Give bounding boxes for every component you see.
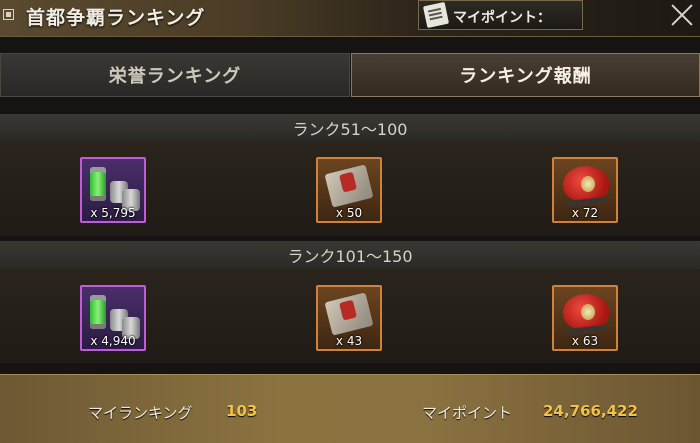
tab-bar: 栄誉ランキング ランキング報酬	[0, 53, 700, 97]
close-button[interactable]	[664, 0, 700, 32]
reward-row: x 4,940 x 43 x 63	[0, 269, 700, 363]
item-count: x 72	[571, 206, 599, 220]
player-status-bar: マイランキング 103 マイポイント 24,766,422	[0, 374, 700, 443]
my-points-value: 24,766,422	[543, 402, 638, 420]
my-point-button[interactable]: マイポイント：	[418, 0, 583, 30]
reward-item-beret[interactable]: x 72	[552, 157, 618, 223]
reward-item-beret[interactable]: x 63	[552, 285, 618, 351]
title-bar: 首都争覇ランキング マイポイント：	[0, 0, 700, 37]
fuel-canister-icon	[90, 295, 106, 329]
item-count: x 50	[335, 206, 363, 220]
tab-ranking-reward[interactable]: ランキング報酬	[351, 53, 700, 97]
section-header-rank-51-100: ランク51～100	[0, 114, 700, 142]
page-title: 首都争覇ランキング	[26, 7, 206, 29]
item-count: x 43	[335, 334, 363, 348]
item-count: x 5,795	[90, 206, 136, 220]
my-ranking-label: マイランキング	[88, 404, 193, 422]
reward-item-fuel[interactable]: x 4,940	[80, 285, 146, 351]
my-point-label: マイポイント：	[453, 10, 551, 26]
window-icon	[3, 9, 14, 20]
note-icon	[422, 1, 450, 29]
item-count: x 63	[571, 334, 599, 348]
my-ranking-value: 103	[226, 402, 258, 420]
fuel-canister-icon	[90, 167, 106, 201]
reward-item-fuel[interactable]: x 5,795	[80, 157, 146, 223]
reward-item-manual[interactable]: x 50	[316, 157, 382, 223]
section-header-rank-101-150: ランク101～150	[0, 241, 700, 269]
skill-manual-icon	[324, 292, 374, 336]
reward-item-manual[interactable]: x 43	[316, 285, 382, 351]
tab-honor-ranking[interactable]: 栄誉ランキング	[0, 53, 350, 97]
skill-manual-icon	[324, 164, 374, 208]
item-count: x 4,940	[90, 334, 136, 348]
reward-row: x 5,795 x 50 x 72	[0, 142, 700, 236]
my-points-label: マイポイント	[422, 404, 513, 422]
